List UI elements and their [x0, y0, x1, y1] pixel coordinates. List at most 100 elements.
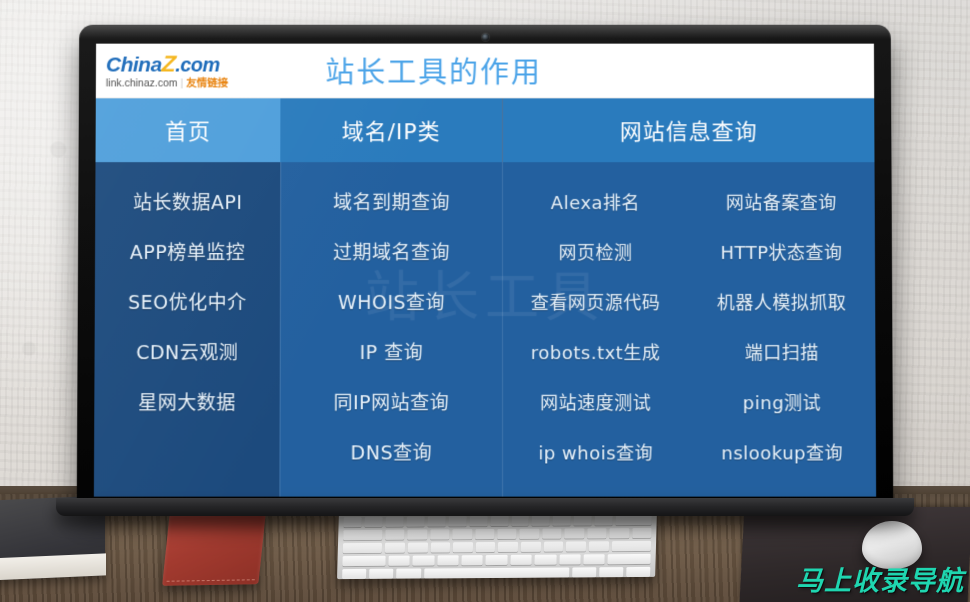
key: [406, 516, 425, 527]
key: [552, 515, 572, 526]
list-item[interactable]: IP 查询: [360, 329, 424, 378]
logo-sub-cn: 友情链接: [186, 77, 229, 90]
nav-item-domain-ip[interactable]: 域名/IP类: [280, 98, 502, 163]
list-item[interactable]: 网站备案查询: [726, 179, 837, 228]
keyboard-row: [343, 527, 652, 541]
key: [631, 527, 652, 539]
key: [566, 541, 587, 552]
key: [490, 515, 509, 527]
list-item[interactable]: 域名到期查询: [333, 179, 450, 228]
key: [385, 529, 405, 540]
column-site-info-tools-b: 网站备案查询 HTTP状态查询 机器人模拟抓取 端口扫描 ping测试 nslo…: [687, 162, 877, 497]
key: [429, 529, 450, 540]
list-item[interactable]: 网站速度测试: [540, 379, 651, 428]
key: [448, 516, 467, 527]
logo-wordmark: ChinaZ.com: [105, 50, 274, 77]
list-item[interactable]: CDN云观测: [136, 329, 238, 378]
keyboard-row: [342, 553, 651, 567]
key: [485, 554, 508, 566]
key: [598, 567, 624, 578]
key: [343, 529, 383, 541]
photo-scene: ChinaZ.com link.chinaz.com | 友情链接 站长工具的作用 …: [0, 0, 970, 602]
key: [519, 528, 540, 539]
keyboard-row: [343, 514, 652, 528]
key: [474, 529, 495, 540]
list-item[interactable]: 网页检测: [558, 229, 632, 278]
key: [625, 566, 651, 578]
list-item[interactable]: robots.txt生成: [531, 329, 661, 378]
key: [609, 528, 629, 539]
logo-sub-url: link.chinaz.com: [105, 77, 178, 90]
key: [364, 516, 383, 527]
list-item[interactable]: 站长数据API: [133, 179, 243, 228]
nav-item-site-info[interactable]: 网站信息查询: [502, 98, 875, 163]
key: [342, 542, 383, 554]
column-domain-ip-tools: 域名到期查询 过期域名查询 WHOIS查询 IP 查询 同IP网站查询 DNS查…: [279, 162, 503, 497]
key: [427, 516, 446, 527]
red-leather-wallet: [162, 512, 266, 586]
list-item[interactable]: ping测试: [743, 379, 822, 428]
key: [388, 555, 410, 566]
nav-item-home[interactable]: 首页: [95, 98, 281, 163]
key: [534, 554, 557, 565]
list-item[interactable]: SEO优化中介: [128, 279, 247, 328]
key: [558, 554, 581, 565]
keyboard-row: [342, 540, 652, 554]
key: [511, 515, 530, 526]
key: [573, 515, 593, 526]
list-item[interactable]: 查看网页源代码: [531, 279, 661, 328]
key: [407, 542, 428, 553]
page-title: 站长工具的作用: [325, 55, 542, 90]
key: [611, 540, 652, 552]
key: [615, 514, 652, 526]
key: [586, 528, 607, 539]
key: [564, 528, 585, 539]
key: [385, 516, 404, 527]
key: [498, 541, 519, 552]
laptop-lid: ChinaZ.com link.chinaz.com | 友情链接 站长工具的作用 …: [76, 24, 894, 507]
key: [369, 568, 394, 579]
key: [452, 529, 472, 540]
key: [588, 541, 609, 552]
space-key: [423, 567, 569, 579]
key: [594, 515, 614, 526]
key: [583, 554, 606, 565]
column-site-info-tools-a: Alexa排名 网页检测 查看网页源代码 robots.txt生成 网站速度测试…: [501, 162, 689, 497]
key: [342, 555, 386, 567]
key: [571, 567, 597, 578]
key: [430, 542, 451, 553]
key: [407, 529, 428, 540]
list-item[interactable]: 过期域名查询: [333, 229, 450, 278]
key: [436, 555, 459, 566]
key: [541, 528, 562, 539]
laptop-base: [55, 498, 915, 516]
list-item[interactable]: nslookup查询: [721, 429, 843, 478]
key: [461, 555, 484, 566]
list-item[interactable]: 端口扫描: [745, 329, 819, 378]
key: [396, 568, 421, 579]
list-item[interactable]: WHOIS查询: [338, 279, 445, 328]
list-item[interactable]: 星网大数据: [138, 379, 236, 428]
logo-z-glyph: Z: [160, 50, 177, 77]
column-home-tools: 站长数据API APP榜单监控 SEO优化中介 CDN云观测 星网大数据: [93, 162, 281, 497]
list-item[interactable]: APP榜单监控: [130, 229, 246, 278]
logo-dotcom-text: .com: [175, 54, 220, 77]
list-item[interactable]: HTTP状态查询: [720, 229, 842, 278]
logo-sub-divider: |: [180, 77, 184, 90]
key: [385, 542, 405, 553]
list-item[interactable]: DNS查询: [350, 429, 432, 478]
logo-main-text: China: [105, 53, 162, 77]
key: [607, 553, 651, 565]
key: [452, 542, 473, 553]
key: [343, 516, 362, 528]
key: [475, 542, 496, 553]
key: [469, 516, 488, 527]
key: [412, 555, 435, 566]
list-item[interactable]: ip whois查询: [538, 429, 653, 478]
key: [510, 554, 532, 565]
list-item[interactable]: 同IP网站查询: [333, 379, 449, 428]
list-item[interactable]: 机器人模拟抓取: [717, 279, 847, 328]
chinaz-logo[interactable]: ChinaZ.com link.chinaz.com | 友情链接: [105, 50, 274, 90]
list-item[interactable]: Alexa排名: [551, 179, 640, 228]
key: [520, 541, 541, 552]
